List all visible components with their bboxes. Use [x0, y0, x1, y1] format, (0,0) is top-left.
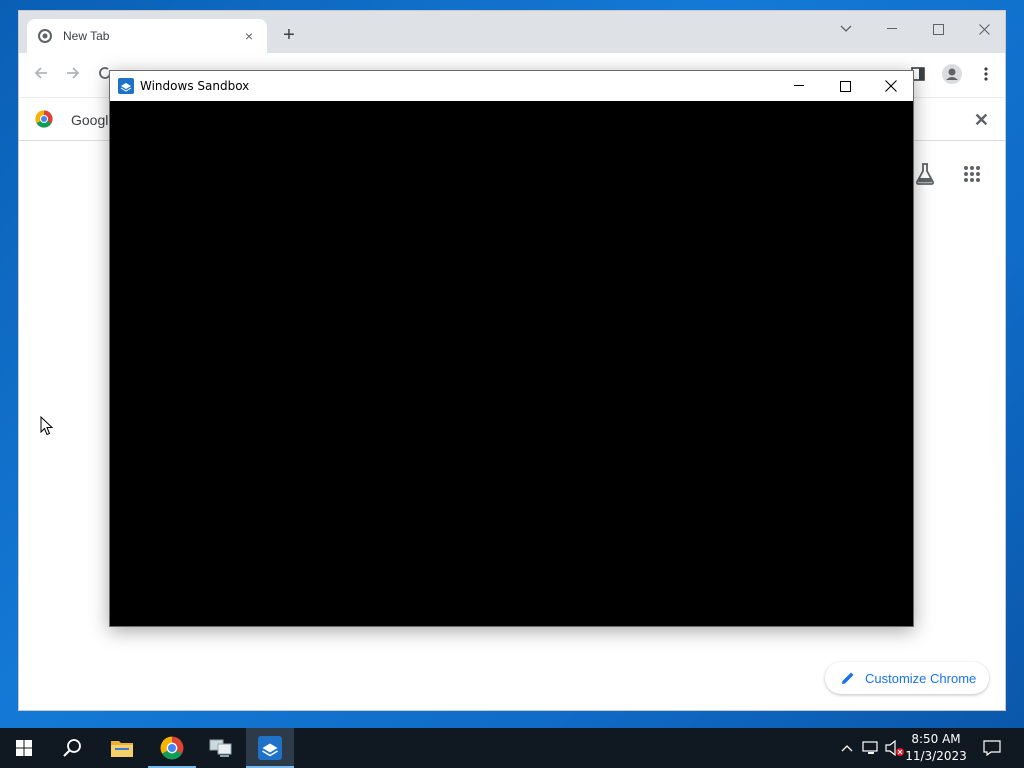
clock-date: 11/3/2023: [905, 749, 967, 763]
action-center-button[interactable]: [976, 728, 1008, 768]
sandbox-maximize-button[interactable]: [822, 71, 868, 101]
sandbox-titlebar[interactable]: Windows Sandbox: [110, 71, 913, 101]
volume-muted-icon: [885, 740, 904, 756]
forward-icon[interactable]: [61, 63, 85, 87]
network-tray-button[interactable]: [860, 728, 882, 768]
infobar-close-icon[interactable]: ✕: [974, 110, 989, 131]
network-app-button[interactable]: [197, 728, 245, 768]
network-computers-icon: [209, 739, 232, 757]
network-icon: [862, 741, 878, 754]
google-apps-icon[interactable]: [959, 161, 985, 187]
chrome-maximize-button[interactable]: [915, 15, 961, 43]
tab-title: New Tab: [63, 29, 110, 43]
chrome-favicon-icon: [37, 28, 53, 44]
new-tab-button[interactable]: +: [277, 23, 301, 47]
windows-sandbox-window: Windows Sandbox: [109, 70, 914, 627]
search-icon: [63, 739, 81, 757]
sandbox-content-area[interactable]: [110, 101, 913, 626]
file-explorer-button[interactable]: [98, 728, 146, 768]
chrome-minimize-button[interactable]: [869, 15, 915, 43]
sandbox-close-button[interactable]: [868, 71, 914, 101]
notification-icon: [983, 740, 1001, 756]
taskbar-chrome-button[interactable]: [148, 728, 196, 768]
pencil-icon: [842, 672, 854, 684]
taskbar: 8:50 AM 11/3/2023: [0, 728, 1024, 768]
customize-chrome-label: Customize Chrome: [865, 670, 977, 686]
chrome-tabstrip: New Tab × +: [19, 11, 1005, 53]
windows-logo-icon: [16, 740, 32, 756]
chrome-menu-icon[interactable]: [974, 63, 998, 87]
tab-new-tab[interactable]: New Tab ×: [27, 19, 267, 53]
clock-time: 8:50 AM: [911, 732, 961, 746]
clock[interactable]: 8:50 AM 11/3/2023: [904, 731, 968, 765]
search-button[interactable]: [48, 728, 96, 768]
tab-search-icon[interactable]: [823, 15, 869, 43]
chrome-close-button[interactable]: [961, 15, 1007, 43]
profile-avatar-icon[interactable]: [940, 63, 964, 87]
folder-icon: [111, 741, 133, 757]
volume-tray-button[interactable]: [884, 728, 906, 768]
start-button[interactable]: [0, 728, 48, 768]
google-chrome-logo-icon: [35, 110, 53, 133]
sandbox-minimize-button[interactable]: [776, 71, 822, 101]
labs-flask-icon[interactable]: [912, 161, 938, 187]
taskbar-windows-sandbox-button[interactable]: [246, 728, 294, 768]
sandbox-title: Windows Sandbox: [140, 79, 250, 93]
chevron-up-icon: [841, 745, 853, 752]
customize-chrome-button[interactable]: Customize Chrome: [825, 662, 989, 694]
mouse-cursor-icon: [40, 415, 54, 441]
windows-sandbox-icon: [258, 736, 282, 760]
windows-sandbox-icon: [118, 78, 134, 94]
show-hidden-icons-button[interactable]: [836, 728, 858, 768]
tab-close-icon[interactable]: ×: [241, 28, 257, 44]
chrome-icon: [160, 736, 184, 760]
back-icon[interactable]: [29, 63, 53, 87]
